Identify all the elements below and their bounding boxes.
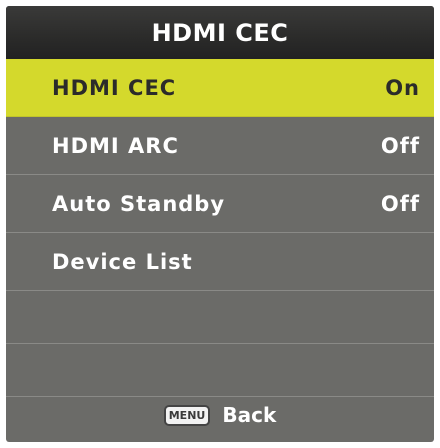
menu-item-label: HDMI CEC [52,75,177,100]
menu-empty-row [6,291,434,344]
menu-item-value: Off [380,133,420,158]
menu-item-value: On [385,75,420,100]
menu-key-icon: MENU [163,404,211,426]
menu-item-hdmi-cec[interactable]: HDMI CEC On [6,59,434,117]
menu-item-value: Off [380,191,420,216]
menu-list: HDMI CEC On HDMI ARC Off Auto Standby Of… [6,59,434,397]
menu-item-label: Device List [52,249,193,274]
menu-item-device-list[interactable]: Device List [6,233,434,291]
footer-hint: MENU Back [6,388,434,442]
osd-menu-panel: HDMI CEC HDMI CEC On HDMI ARC Off Auto S… [6,6,434,442]
menu-title: HDMI CEC [6,6,434,59]
back-label: Back [222,403,277,427]
menu-item-hdmi-arc[interactable]: HDMI ARC Off [6,117,434,175]
menu-item-auto-standby[interactable]: Auto Standby Off [6,175,434,233]
menu-item-label: HDMI ARC [52,133,179,158]
menu-item-label: Auto Standby [52,191,226,216]
